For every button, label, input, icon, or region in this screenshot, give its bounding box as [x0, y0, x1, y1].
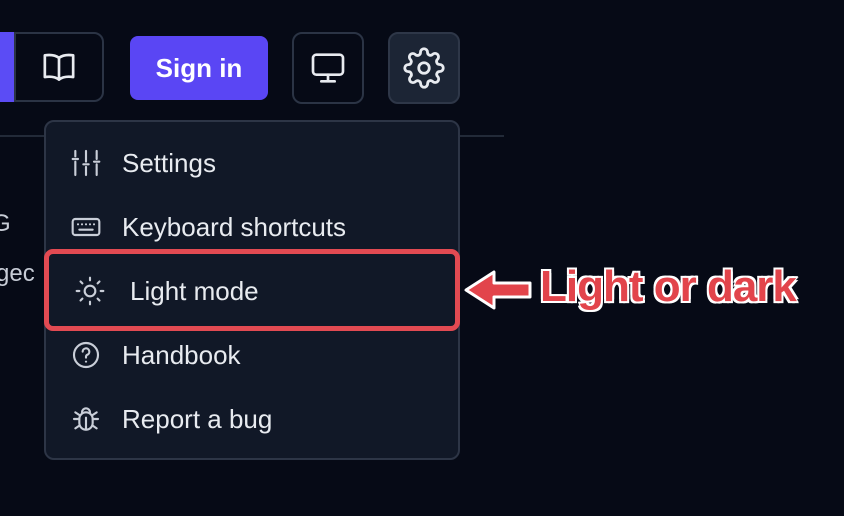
monitor-icon: [308, 48, 348, 88]
gear-icon: [403, 47, 445, 89]
background-text-fragment: gec: [0, 260, 35, 287]
menu-item-handbook[interactable]: Handbook: [46, 327, 458, 383]
book-open-icon: [39, 47, 79, 87]
annotation-callout-text: Light or dark: [539, 261, 798, 312]
settings-menu-button[interactable]: [388, 32, 460, 104]
help-circle-icon: [70, 339, 102, 371]
keyboard-icon: [70, 211, 102, 243]
sign-in-label: Sign in: [155, 52, 243, 83]
menu-item-label: Keyboard shortcuts: [122, 211, 347, 242]
previous-button-edge[interactable]: [0, 32, 15, 102]
app-stage: Sign in G gec Settings Keyboard shortcut…: [0, 0, 844, 516]
docs-button[interactable]: [14, 32, 104, 102]
background-text-fragment: G: [0, 210, 11, 237]
sign-in-button[interactable]: Sign in: [130, 36, 268, 100]
display-button[interactable]: [292, 32, 364, 104]
bug-icon: [70, 403, 102, 435]
annotation-highlight-box: [44, 249, 460, 331]
menu-item-label: Report a bug: [122, 403, 273, 434]
annotation-arrow-icon: [462, 268, 534, 312]
menu-item-settings[interactable]: Settings: [46, 135, 458, 191]
menu-item-report-bug[interactable]: Report a bug: [46, 391, 458, 447]
menu-item-label: Settings: [122, 147, 216, 178]
menu-item-label: Handbook: [122, 339, 241, 370]
sliders-icon: [70, 147, 102, 179]
menu-item-keyboard-shortcuts[interactable]: Keyboard shortcuts: [46, 199, 458, 255]
